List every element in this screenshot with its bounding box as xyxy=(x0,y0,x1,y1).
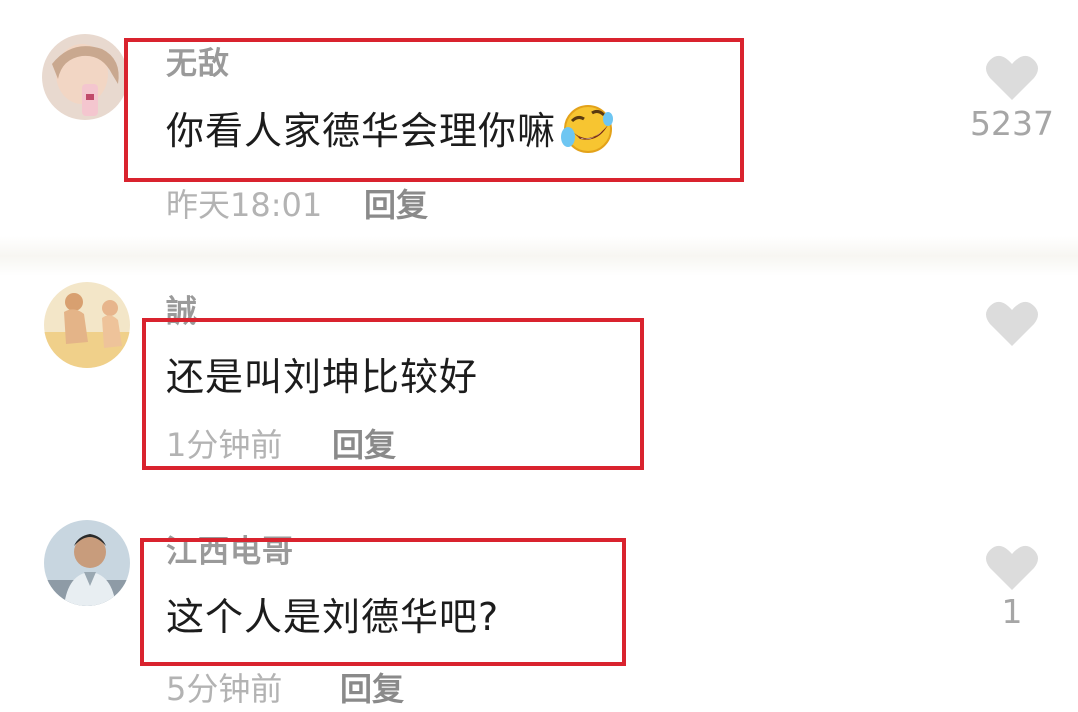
comment-text-value: 你看人家德华会理你嘛 xyxy=(166,109,557,153)
comment-item-2: 誠 还是叫刘坤比较好 1分钟前 回复 xyxy=(0,240,1078,490)
comment-item-1: 无敌 你看人家德华会理你嘛 昨天18:01 回复 5237 xyxy=(0,0,1078,240)
comment-time: 昨天18:01 xyxy=(166,186,323,224)
reply-button[interactable]: 回复 xyxy=(340,664,404,710)
heart-icon[interactable] xyxy=(984,298,1040,348)
username[interactable]: 誠 xyxy=(166,286,198,331)
comment-text: 这个人是刘德华吧? xyxy=(166,595,500,639)
avatar[interactable] xyxy=(44,520,130,606)
like-count: 1 xyxy=(1001,592,1023,631)
comment-text: 你看人家德华会理你嘛 xyxy=(166,100,616,164)
reply-button[interactable]: 回复 xyxy=(364,180,428,226)
heart-icon[interactable] xyxy=(984,542,1040,592)
comment-time: 1分钟前 xyxy=(166,426,283,464)
comment-text: 还是叫刘坤比较好 xyxy=(166,355,479,399)
comment-time: 5分钟前 xyxy=(166,670,283,708)
username[interactable]: 江西电哥 xyxy=(166,526,294,571)
heart-icon[interactable] xyxy=(984,52,1040,102)
avatar[interactable] xyxy=(44,282,130,368)
username[interactable]: 无敌 xyxy=(166,38,230,83)
reply-button[interactable]: 回复 xyxy=(332,420,396,466)
like-count: 5237 xyxy=(970,104,1054,143)
rofl-emoji xyxy=(558,103,616,164)
comment-item-3: 江西电哥 这个人是刘德华吧? 5分钟前 回复 1 xyxy=(0,490,1078,712)
avatar[interactable] xyxy=(42,34,128,120)
